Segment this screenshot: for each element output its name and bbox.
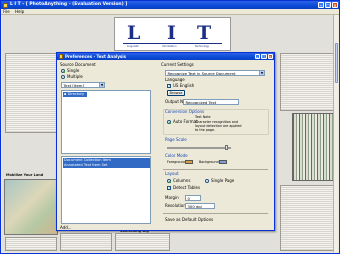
divider [163,213,268,214]
logo-letter-t: T [197,22,212,44]
map-image [4,179,58,235]
layout-label: Layout [165,171,179,176]
folder-tree[interactable]: ▪ Directory [61,90,151,154]
maximize-icon[interactable]: □ [325,2,331,8]
text-column-bottom-left [5,237,57,251]
background-label: Background [199,160,219,164]
dialog-maximize-icon[interactable]: □ [261,53,267,60]
browse-button[interactable]: Browse [167,90,185,96]
folder-select-value: Text [Item] [63,83,85,88]
left-footer[interactable]: Add... [60,225,72,230]
app-title: L I T - [ PhotoAnything - (Evaluation Ve… [10,2,128,7]
chevron-down-icon[interactable]: ▼ [99,83,104,87]
language-label: Language [165,77,185,82]
vertical-scrollbar[interactable] [333,15,338,252]
close-icon[interactable]: × [332,2,338,8]
tree-root-item[interactable]: ▪ Directory [62,92,87,97]
dialog-close-icon[interactable]: × [267,53,273,60]
color-mode-label: Color Mode [165,153,188,158]
logo-letter-i: I [167,22,176,44]
logo-rule [123,43,222,44]
output-name-field[interactable]: Recognized Text [183,99,239,105]
single-page-label: Single Page [211,178,235,183]
dialog-minimize-icon[interactable]: – [254,53,260,60]
save-default-label[interactable]: Save as Default Options [165,217,213,222]
foreground-label: Foreground [167,160,186,164]
detect-tables-checkbox[interactable]: ✓ [167,186,171,190]
single-radio[interactable] [61,69,65,73]
chart-image [292,113,334,181]
minimize-icon[interactable]: – [318,2,324,8]
heading-left: Mobilize Your Land [6,173,44,177]
list-item[interactable]: Document Collection Item [62,158,150,163]
scrollbar-thumb[interactable] [334,43,338,83]
folder-select[interactable]: Text [Item] ▼ [61,82,105,88]
logo-caption-2: Information [162,45,177,48]
resolution-label: Resolution [165,203,186,208]
resolution-field[interactable]: 300 dpi [185,203,215,209]
dialog-title-bar[interactable]: Preferences - Text Analysis – □ × [57,53,274,60]
preferences-dialog: Preferences - Text Analysis – □ × Source… [56,52,275,231]
text-column-left [5,53,57,133]
mode-select[interactable]: Recognize Text in Source Document ▼ [165,70,265,76]
mode-select-value: Recognize Text in Source Document [167,71,236,76]
list-item[interactable]: Annotated Text Item Set [62,163,150,168]
logo-caption-3: Technology [195,45,210,48]
text-column-bottom [60,233,112,251]
single-radio-label: Single [67,68,80,73]
dialog-title: Preferences - Text Analysis [65,54,127,59]
logo-caption-1: Linguistic [127,45,139,48]
app-title-bar[interactable]: L I T - [ PhotoAnything - (Evaluation Ve… [1,1,339,9]
auto-format-label: Auto Format [173,119,198,124]
settings-label: Current Settings [161,62,194,67]
scale-label: Page Scale [165,137,187,142]
note-title: Text Note [195,115,211,119]
columns-radio[interactable] [167,179,171,183]
chevron-down-icon[interactable]: ▼ [259,71,264,75]
language-checkbox[interactable]: ✓ [167,84,171,88]
language-value: US English [173,83,195,88]
background-swatch[interactable] [219,160,227,164]
text-column-right-bottom [280,185,334,251]
tree-root-label: Directory [67,92,85,96]
multiple-radio[interactable] [61,75,65,79]
logo-letter-l: L [127,22,141,44]
logo-panel: L I T Linguistic Information Technology [114,17,231,51]
folder-icon: ▪ [64,92,67,96]
margin-field[interactable]: 0 [185,195,201,201]
divider [163,169,268,170]
source-label: Source Document [60,62,96,67]
note-line-3: to the page. [195,128,216,132]
columns-label: Columns [173,178,191,183]
text-column-bottom-2 [115,233,170,251]
detect-tables-label: Detect Tables [173,185,201,190]
scale-slider-thumb[interactable] [225,145,228,150]
options-label: Conversion Options [165,109,205,114]
document-list[interactable]: Document Collection Item Annotated Text … [61,156,151,224]
text-column-right [280,53,334,111]
foreground-swatch[interactable] [185,160,193,164]
auto-format-radio[interactable] [167,120,171,124]
dialog-icon [58,54,63,59]
app-icon [3,2,8,8]
margin-label: Margin [165,195,179,200]
scale-slider-track[interactable] [167,147,231,149]
single-page-radio[interactable] [205,179,209,183]
multiple-radio-label: Multiple [67,74,83,79]
